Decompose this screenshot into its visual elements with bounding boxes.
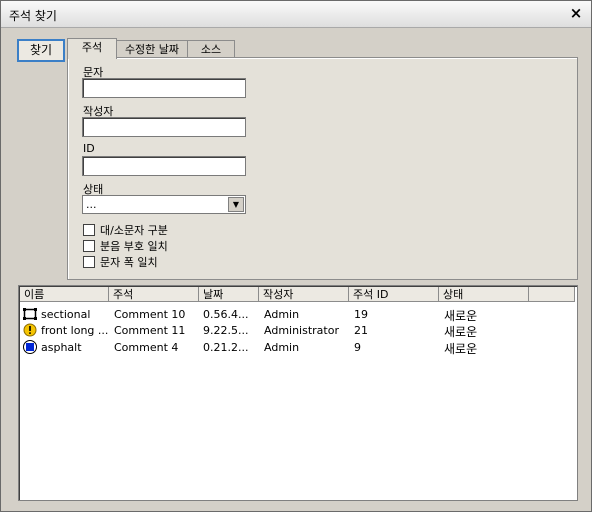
row-date: 9.22.5... [203, 324, 249, 337]
column-header-filler [529, 287, 575, 302]
match-diacritics-label: 분음 부호 일치 [100, 240, 168, 253]
row-comment-id: 21 [354, 324, 368, 337]
find-button[interactable]: 찾기 [17, 39, 65, 62]
film-frame-icon [23, 308, 37, 320]
match-width-checkbox[interactable] [83, 256, 95, 268]
row-status: 새로운 [444, 309, 478, 323]
column-header-name[interactable]: 이름 [20, 287, 109, 302]
author-field[interactable] [82, 117, 246, 137]
row-status: 새로운 [444, 325, 478, 339]
row-author: Administrator [264, 324, 339, 337]
status-dropdown[interactable]: ... ▼ [82, 195, 246, 214]
text-field[interactable] [82, 78, 246, 98]
close-icon[interactable]: × [567, 4, 585, 22]
column-header-comment[interactable]: 주석 [109, 287, 199, 302]
row-name: asphalt [41, 341, 82, 354]
title-bar: 주석 찾기 × [1, 1, 591, 28]
column-header-comment-id[interactable]: 주석 ID [349, 287, 439, 302]
tab-comment[interactable]: 주석 [67, 38, 117, 59]
warning-icon [23, 323, 37, 337]
row-date: 0.56.4... [203, 308, 249, 321]
column-header-author[interactable]: 작성자 [259, 287, 349, 302]
row-author: Admin [264, 341, 300, 354]
match-case-checkbox[interactable] [83, 224, 95, 236]
id-field[interactable] [82, 156, 246, 176]
row-comment: Comment 10 [114, 308, 186, 321]
window-title: 주석 찾기 [9, 9, 57, 23]
row-author: Admin [264, 308, 300, 321]
blue-square-icon [23, 340, 37, 354]
find-comments-dialog: 주석 찾기 × 찾기 주석 수정한 날짜 소스 문자 작성자 ID 상태 ...… [0, 0, 592, 512]
match-case-label: 대/소문자 구분 [100, 224, 168, 237]
row-comment-id: 19 [354, 308, 368, 321]
column-header-date[interactable]: 날짜 [199, 287, 259, 302]
match-diacritics-checkbox[interactable] [83, 240, 95, 252]
row-name: front long ... [41, 324, 109, 337]
row-comment: Comment 11 [114, 324, 186, 337]
results-list[interactable]: 이름 주석 날짜 작성자 주석 ID 상태 sectional Comment … [18, 285, 578, 501]
row-date: 0.21.2... [203, 341, 249, 354]
chevron-down-icon[interactable]: ▼ [228, 197, 244, 212]
row-name: sectional [41, 308, 91, 321]
column-header-status[interactable]: 상태 [439, 287, 529, 302]
match-width-label: 문자 폭 일치 [100, 256, 158, 269]
id-label: ID [83, 142, 95, 155]
row-comment-id: 9 [354, 341, 361, 354]
status-dropdown-value: ... [86, 198, 97, 211]
row-comment: Comment 4 [114, 341, 179, 354]
row-status: 새로운 [444, 342, 478, 356]
